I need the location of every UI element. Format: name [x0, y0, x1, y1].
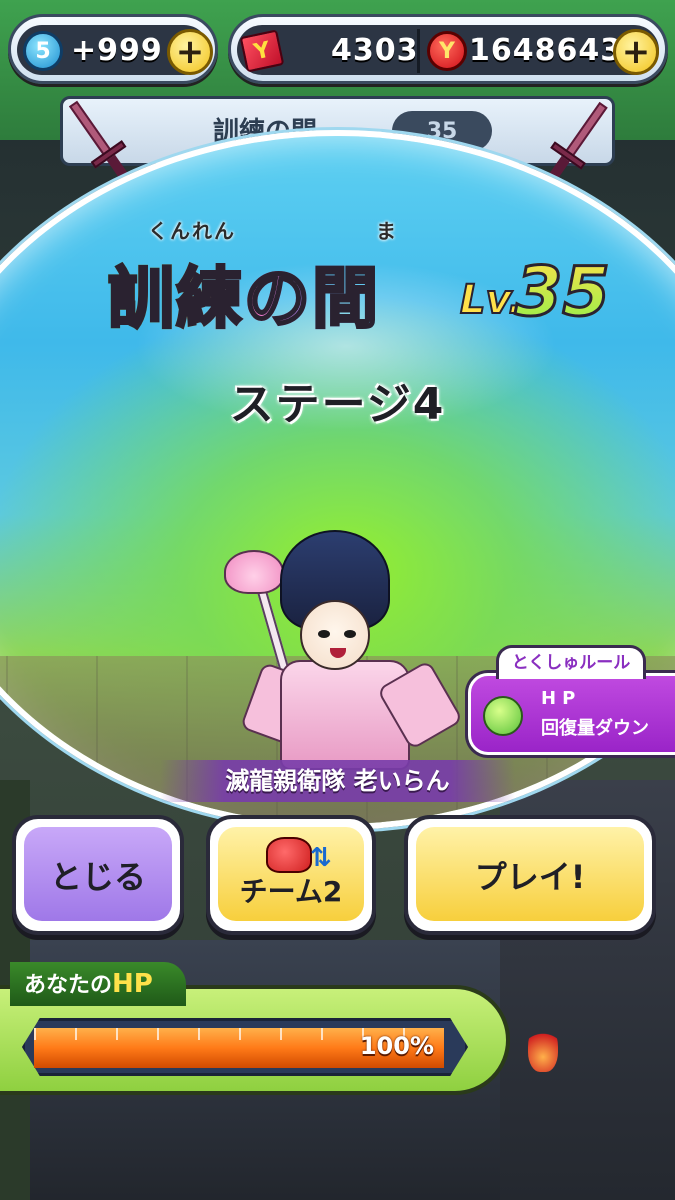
character-name: 滅龍親衛隊 老いらん — [160, 760, 515, 802]
play-button-label: プレイ! — [474, 858, 586, 896]
special-rule-tab: とくしゅルール — [496, 645, 646, 679]
title-ruby-kunren: くんれん — [148, 219, 236, 243]
stamina-icon: 5 — [23, 31, 63, 71]
special-rule-line2: 回復量ダウン — [541, 718, 649, 739]
level-label: Lv. — [459, 276, 524, 324]
stage-title: くんれん ま 訓練の間 Lv. 35 — [0, 215, 675, 355]
stage-number: ステージ4 — [229, 379, 446, 430]
close-button[interactable]: とじる — [12, 815, 184, 935]
hp-title-accent: HP — [112, 969, 153, 999]
ticket-count: 4303 — [331, 33, 419, 68]
stamina-value: +999 — [71, 33, 163, 68]
currency-pill: Y 4303 Y 1648643 + — [228, 14, 668, 84]
flame-icon — [528, 1022, 558, 1072]
candy-down-icon — [483, 696, 523, 736]
y-card-icon: Y — [239, 29, 285, 73]
hp-title-prefix: あなたの — [24, 973, 113, 998]
hp-title: あなたのHP — [10, 962, 186, 1006]
character-face — [300, 600, 370, 670]
special-rule-card: HP 回復量ダウン とくしゅルール — [468, 645, 675, 755]
stamina-pill: 5 +999 + — [8, 14, 218, 84]
jibanyan-icon — [266, 837, 312, 873]
hp-percent: 100% — [359, 1032, 434, 1060]
swap-icon: ⇅ — [310, 843, 332, 873]
special-rule-line1: HP — [541, 688, 582, 709]
y-money-icon: Y — [427, 31, 467, 71]
level-value: 35 — [514, 252, 612, 334]
page-title: 訓練の間 — [107, 245, 380, 341]
money-count: 1648643 — [469, 33, 623, 68]
close-button-label: とじる — [49, 858, 146, 896]
special-rule-body: HP 回復量ダウン — [468, 673, 675, 755]
game-screen: 訓練の間 35 5 +999 + Y 4303 Y 1648643 + くんれん… — [0, 0, 675, 1200]
play-button[interactable]: プレイ! — [404, 815, 656, 935]
enemy-character — [210, 520, 464, 790]
team-button-label: チーム2 — [239, 875, 343, 908]
title-ruby-ma: ま — [376, 219, 398, 243]
add-stamina-button[interactable]: + — [167, 29, 213, 75]
add-money-button[interactable]: + — [613, 29, 659, 75]
hp-bar: 100% — [34, 1028, 444, 1068]
team-switch-button[interactable]: ⇅ チーム2 — [206, 815, 376, 935]
lotus-icon — [224, 550, 284, 594]
top-hud: 5 +999 + Y 4303 Y 1648643 + — [8, 14, 668, 86]
